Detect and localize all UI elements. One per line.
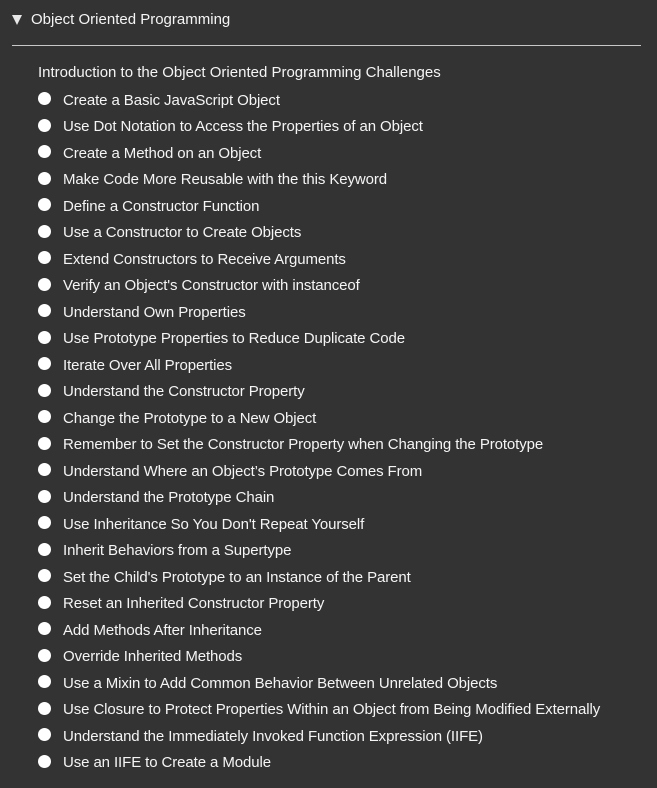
caret-down-icon xyxy=(12,14,22,25)
challenge-item[interactable]: Use a Mixin to Add Common Behavior Betwe… xyxy=(38,670,600,697)
challenge-label: Create a Method on an Object xyxy=(63,144,262,162)
challenge-item[interactable]: Extend Constructors to Receive Arguments xyxy=(38,246,600,273)
challenge-label: Create a Basic JavaScript Object xyxy=(63,91,280,109)
incomplete-dot-icon xyxy=(38,251,51,265)
challenge-item[interactable]: Remember to Set the Constructor Property… xyxy=(38,432,600,459)
challenge-item[interactable]: Use an IIFE to Create a Module xyxy=(38,750,600,777)
challenge-label: Use Dot Notation to Access the Propertie… xyxy=(63,118,423,136)
challenge-item[interactable]: Iterate Over All Properties xyxy=(38,352,600,379)
incomplete-dot-icon xyxy=(38,489,51,503)
challenge-item[interactable]: Use Inheritance So You Don't Repeat Your… xyxy=(38,511,600,538)
challenge-list: Create a Basic JavaScript Object Use Dot … xyxy=(38,87,600,776)
challenge-item[interactable]: Add Methods After Inheritance xyxy=(38,617,600,644)
incomplete-dot-icon xyxy=(38,383,51,397)
challenge-item[interactable]: Use Closure to Protect Properties Within… xyxy=(38,697,600,724)
challenge-item[interactable]: Understand the Constructor Property xyxy=(38,379,600,406)
challenge-item[interactable]: Understand the Immediately Invoked Funct… xyxy=(38,723,600,750)
incomplete-dot-icon xyxy=(38,410,51,424)
challenge-label: Make Code More Reusable with the this Ke… xyxy=(63,171,387,189)
challenge-item[interactable]: Define a Constructor Function xyxy=(38,193,600,220)
challenge-label: Set the Child's Prototype to an Instance… xyxy=(63,568,411,586)
incomplete-dot-icon xyxy=(38,357,51,371)
section-divider xyxy=(12,45,641,46)
incomplete-dot-icon xyxy=(38,171,51,185)
challenge-label: Understand the Prototype Chain xyxy=(63,489,275,507)
challenge-item[interactable]: Verify an Object's Constructor with inst… xyxy=(38,273,600,300)
incomplete-dot-icon xyxy=(38,648,51,662)
challenge-item[interactable]: Make Code More Reusable with the this Ke… xyxy=(38,167,600,194)
challenge-label: Change the Prototype to a New Object xyxy=(63,409,317,427)
challenge-label: Iterate Over All Properties xyxy=(63,356,233,374)
intro-link[interactable]: Introduction to the Object Oriented Prog… xyxy=(38,62,441,84)
challenge-label: Understand the Immediately Invoked Funct… xyxy=(63,727,483,745)
challenge-label: Use Inheritance So You Don't Repeat Your… xyxy=(63,515,365,533)
challenge-item[interactable]: Change the Prototype to a New Object xyxy=(38,405,600,432)
challenge-label: Understand Own Properties xyxy=(63,303,246,321)
incomplete-dot-icon xyxy=(38,595,51,609)
incomplete-dot-icon xyxy=(38,92,51,106)
incomplete-dot-icon xyxy=(38,463,51,477)
challenge-label: Understand Where an Object’s Prototype C… xyxy=(63,462,423,480)
challenge-item[interactable]: Create a Basic JavaScript Object xyxy=(38,87,600,114)
challenge-item[interactable]: Understand Own Properties xyxy=(38,299,600,326)
challenge-item[interactable]: Use a Constructor to Create Objects xyxy=(38,220,600,247)
challenge-item[interactable]: Reset an Inherited Constructor Property xyxy=(38,591,600,618)
challenge-item[interactable]: Inherit Behaviors from a Supertype xyxy=(38,538,600,565)
challenge-label: Add Methods After Inheritance xyxy=(63,621,262,639)
incomplete-dot-icon xyxy=(38,118,51,132)
incomplete-dot-icon xyxy=(38,754,51,768)
incomplete-dot-icon xyxy=(38,330,51,344)
incomplete-dot-icon xyxy=(38,675,51,689)
incomplete-dot-icon xyxy=(38,145,51,159)
challenge-label: Understand the Constructor Property xyxy=(63,383,305,401)
incomplete-dot-icon xyxy=(38,304,51,318)
incomplete-dot-icon xyxy=(38,542,51,556)
challenge-item[interactable]: Understand the Prototype Chain xyxy=(38,485,600,512)
challenge-item[interactable]: Use Prototype Properties to Reduce Dupli… xyxy=(38,326,600,353)
incomplete-dot-icon xyxy=(38,728,51,742)
challenge-label: Use an IIFE to Create a Module xyxy=(63,754,271,772)
challenge-label: Use Prototype Properties to Reduce Dupli… xyxy=(63,330,405,348)
challenge-label: Override Inherited Methods xyxy=(63,648,243,666)
challenge-item[interactable]: Override Inherited Methods xyxy=(38,644,600,671)
incomplete-dot-icon xyxy=(38,569,51,583)
section-title: Object Oriented Programming xyxy=(31,10,231,28)
challenge-label: Use a Mixin to Add Common Behavior Betwe… xyxy=(63,674,498,692)
challenge-label: Remember to Set the Constructor Property… xyxy=(63,436,544,454)
incomplete-dot-icon xyxy=(38,277,51,291)
challenge-label: Extend Constructors to Receive Arguments xyxy=(63,250,346,268)
incomplete-dot-icon xyxy=(38,516,51,530)
incomplete-dot-icon xyxy=(38,622,51,636)
incomplete-dot-icon xyxy=(38,701,51,715)
incomplete-dot-icon xyxy=(38,224,51,238)
challenge-label: Verify an Object's Constructor with inst… xyxy=(63,277,360,295)
challenge-item[interactable]: Set the Child's Prototype to an Instance… xyxy=(38,564,600,591)
challenge-item[interactable]: Understand Where an Object’s Prototype C… xyxy=(38,458,600,485)
challenge-label: Use Closure to Protect Properties Within… xyxy=(63,701,601,719)
challenge-label: Use a Constructor to Create Objects xyxy=(63,224,302,242)
challenge-label: Inherit Behaviors from a Supertype xyxy=(63,542,292,560)
challenge-item[interactable]: Create a Method on an Object xyxy=(38,140,600,167)
incomplete-dot-icon xyxy=(38,436,51,450)
challenge-item[interactable]: Use Dot Notation to Access the Propertie… xyxy=(38,114,600,141)
challenge-label: Define a Constructor Function xyxy=(63,197,260,215)
section-header-toggle[interactable]: Object Oriented Programming xyxy=(12,8,230,30)
incomplete-dot-icon xyxy=(38,198,51,212)
challenge-label: Reset an Inherited Constructor Property xyxy=(63,595,325,613)
